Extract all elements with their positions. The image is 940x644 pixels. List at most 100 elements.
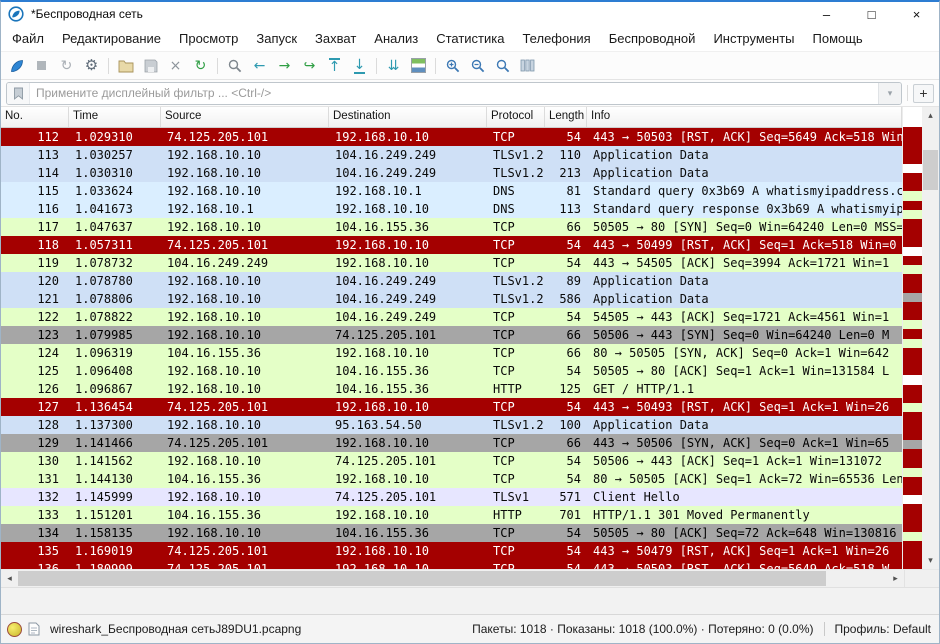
go-back-button[interactable]: ← [248, 54, 271, 77]
packet-row-130[interactable]: 1301.141562192.168.10.1074.125.205.101TC… [1, 452, 902, 470]
packet-row-125[interactable]: 1251.096408192.168.10.10104.16.155.36TCP… [1, 362, 902, 380]
cell-info: HTTP/1.1 301 Moved Permanently [587, 506, 902, 524]
packet-row-136[interactable]: 1361.18099974.125.205.101192.168.10.10TC… [1, 560, 902, 569]
display-filter-input[interactable] [30, 83, 878, 104]
filter-history-dropdown-icon[interactable]: ▾ [878, 83, 901, 104]
packet-row-126[interactable]: 1261.096867192.168.10.10104.16.155.36HTT… [1, 380, 902, 398]
column-header-no[interactable]: No. [1, 107, 69, 127]
minimap-segment [903, 514, 922, 523]
display-filter-field[interactable]: ▾ [6, 82, 902, 105]
packet-row-129[interactable]: 1291.14146674.125.205.101192.168.10.10TC… [1, 434, 902, 452]
cell-info: 50505 → 80 [ACK] Seq=72 Ack=648 Win=1308… [587, 524, 902, 542]
minimize-button[interactable]: – [804, 2, 849, 26]
stop-capture-button[interactable] [30, 54, 53, 77]
packet-row-114[interactable]: 1141.030310192.168.10.10104.16.249.249TL… [1, 164, 902, 182]
cell-proto: TLSv1.2 [487, 164, 545, 182]
column-header-source[interactable]: Source [161, 107, 329, 127]
cell-dst: 104.16.155.36 [329, 362, 487, 380]
column-header-protocol[interactable]: Protocol [487, 107, 545, 127]
find-packet-button[interactable] [223, 54, 246, 77]
first-packet-icon: ↑ [329, 58, 341, 74]
packet-row-116[interactable]: 1161.041673192.168.10.1192.168.10.10DNS1… [1, 200, 902, 218]
capture-comment-icon[interactable] [28, 622, 40, 636]
save-file-button[interactable] [139, 54, 162, 77]
column-header-destination[interactable]: Destination [329, 107, 487, 127]
profile-label[interactable]: Профиль: Default [835, 622, 932, 636]
packet-row-117[interactable]: 1171.047637192.168.10.10104.16.155.36TCP… [1, 218, 902, 236]
cell-proto: TCP [487, 398, 545, 416]
packet-row-115[interactable]: 1151.033624192.168.10.10192.168.10.1DNS8… [1, 182, 902, 200]
vertical-scroll-thumb[interactable] [923, 150, 938, 190]
packet-row-135[interactable]: 1351.16901974.125.205.101192.168.10.10TC… [1, 542, 902, 560]
horizontal-scrollbar[interactable]: ◂ ▸ [1, 569, 939, 587]
first-packet-button[interactable]: ↑ [323, 54, 346, 77]
horizontal-scroll-thumb[interactable] [18, 571, 826, 586]
menu-item-1[interactable]: Редактирование [53, 31, 170, 46]
scroll-right-icon[interactable]: ▸ [887, 570, 904, 587]
add-filter-button[interactable]: + [913, 84, 934, 103]
packet-row-121[interactable]: 1211.078806192.168.10.10104.16.249.249TL… [1, 290, 902, 308]
colorize-button[interactable] [407, 54, 430, 77]
go-forward-button[interactable]: → [273, 54, 296, 77]
menu-item-3[interactable]: Запуск [247, 31, 306, 46]
start-capture-button[interactable] [5, 54, 28, 77]
menu-item-10[interactable]: Помощь [804, 31, 872, 46]
maximize-button[interactable]: □ [849, 2, 894, 26]
auto-scroll-button[interactable]: ⇊ [382, 54, 405, 77]
packet-row-124[interactable]: 1241.096319104.16.155.36192.168.10.10TCP… [1, 344, 902, 362]
zoom-in-button[interactable] [441, 54, 464, 77]
packet-row-131[interactable]: 1311.144130104.16.155.36192.168.10.10TCP… [1, 470, 902, 488]
scroll-up-icon[interactable]: ▴ [922, 107, 939, 124]
menu-item-4[interactable]: Захват [306, 31, 365, 46]
packet-row-123[interactable]: 1231.079985192.168.10.1074.125.205.101TC… [1, 326, 902, 344]
packet-row-113[interactable]: 1131.030257192.168.10.10104.16.249.249TL… [1, 146, 902, 164]
close-file-button[interactable]: × [164, 54, 187, 77]
vertical-scrollbar[interactable]: ▴ ▾ [922, 107, 939, 569]
reload-button[interactable]: ↻ [189, 54, 212, 77]
cell-time: 1.030310 [69, 164, 161, 182]
packet-row-112[interactable]: 1121.02931074.125.205.101192.168.10.10TC… [1, 128, 902, 146]
packet-row-122[interactable]: 1221.078822192.168.10.10104.16.249.249TC… [1, 308, 902, 326]
zoom-out-button[interactable] [466, 54, 489, 77]
open-file-button[interactable] [114, 54, 137, 77]
menu-item-6[interactable]: Статистика [427, 31, 513, 46]
packet-row-133[interactable]: 1331.151201104.16.155.36192.168.10.10HTT… [1, 506, 902, 524]
go-to-packet-button[interactable]: ↪ [298, 54, 321, 77]
menu-item-2[interactable]: Просмотр [170, 31, 247, 46]
cell-no: 117 [1, 218, 69, 236]
menu-item-5[interactable]: Анализ [365, 31, 427, 46]
column-header-info[interactable]: Info [587, 107, 902, 127]
filter-bookmark-icon[interactable] [7, 83, 30, 104]
cell-len: 54 [545, 398, 587, 416]
packet-row-134[interactable]: 1341.158135192.168.10.10104.16.155.36TCP… [1, 524, 902, 542]
cell-info: Application Data [587, 272, 902, 290]
menu-item-8[interactable]: Беспроводной [600, 31, 705, 46]
packet-row-127[interactable]: 1271.13645474.125.205.101192.168.10.10TC… [1, 398, 902, 416]
restart-capture-button[interactable]: ↻ [55, 54, 78, 77]
close-button[interactable]: × [894, 2, 939, 26]
last-packet-button[interactable]: ↓ [348, 54, 371, 77]
resize-columns-button[interactable] [516, 54, 539, 77]
scroll-left-icon[interactable]: ◂ [1, 570, 18, 587]
cell-no: 128 [1, 416, 69, 434]
expert-info-icon[interactable] [7, 622, 22, 637]
menu-item-7[interactable]: Телефония [513, 31, 599, 46]
scroll-down-icon[interactable]: ▾ [922, 552, 939, 569]
zoom-reset-button[interactable] [491, 54, 514, 77]
horizontal-scroll-track[interactable] [18, 570, 887, 587]
packet-row-128[interactable]: 1281.137300192.168.10.1095.163.54.50TLSv… [1, 416, 902, 434]
packet-row-118[interactable]: 1181.05731174.125.205.101192.168.10.10TC… [1, 236, 902, 254]
zoom-in-icon [446, 59, 460, 73]
packet-row-120[interactable]: 1201.078780192.168.10.10104.16.249.249TL… [1, 272, 902, 290]
packet-minimap[interactable] [903, 127, 922, 569]
minimap-segment [903, 283, 922, 292]
column-header-length[interactable]: Length [545, 107, 587, 127]
cell-time: 1.096319 [69, 344, 161, 362]
menu-item-9[interactable]: Инструменты [704, 31, 803, 46]
menu-item-0[interactable]: Файл [3, 31, 53, 46]
vertical-scroll-track[interactable] [922, 124, 939, 552]
packet-row-132[interactable]: 1321.145999192.168.10.1074.125.205.101TL… [1, 488, 902, 506]
capture-options-button[interactable]: ⚙ [80, 54, 103, 77]
column-header-time[interactable]: Time [69, 107, 161, 127]
packet-row-119[interactable]: 1191.078732104.16.249.249192.168.10.10TC… [1, 254, 902, 272]
